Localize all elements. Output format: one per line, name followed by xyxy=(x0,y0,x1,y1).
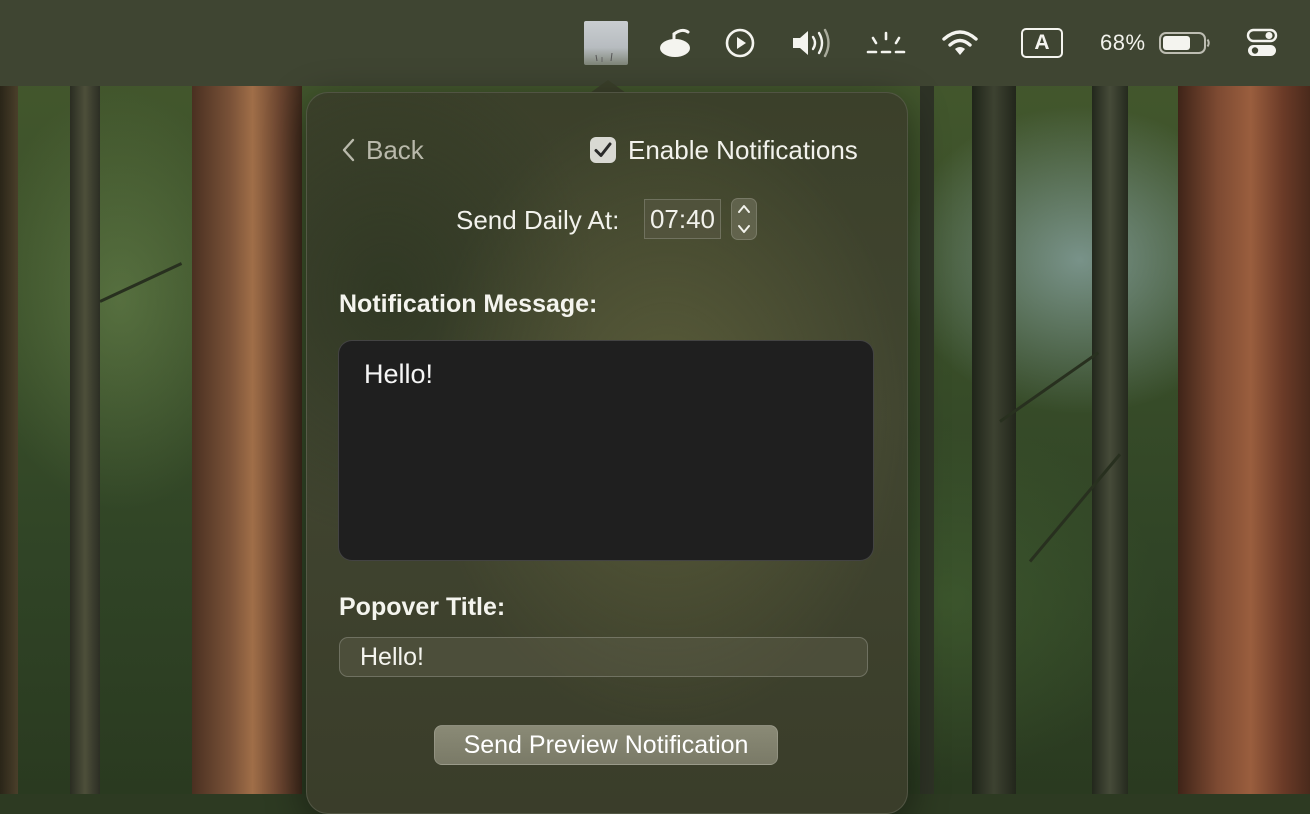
battery-percent-label: 68% xyxy=(1100,30,1146,55)
chevron-up-icon[interactable] xyxy=(736,203,752,215)
control-center-icon[interactable] xyxy=(1244,0,1280,86)
tree-trunk xyxy=(192,86,302,794)
checkmark-icon xyxy=(594,142,612,157)
send-preview-notification-button[interactable]: Send Preview Notification xyxy=(434,725,778,765)
app-thumbnail-icon[interactable] xyxy=(584,21,628,65)
checkbox-box[interactable] xyxy=(590,137,616,163)
flying-saucer-icon[interactable] xyxy=(658,0,694,86)
tree-trunk xyxy=(1092,86,1128,794)
tree-trunk xyxy=(0,86,18,794)
tree-trunk xyxy=(1178,86,1310,794)
tree-trunk xyxy=(920,86,934,794)
enable-notifications-checkbox[interactable]: Enable Notifications xyxy=(590,132,858,168)
notification-message-value: Hello! xyxy=(364,359,434,389)
enable-notifications-label: Enable Notifications xyxy=(628,134,858,165)
back-button[interactable]: Back xyxy=(340,132,424,168)
input-source-label: A xyxy=(1021,28,1063,58)
time-stepper[interactable] xyxy=(731,198,757,240)
battery-icon[interactable] xyxy=(1158,0,1212,86)
wifi-icon[interactable] xyxy=(940,0,980,86)
back-label: Back xyxy=(366,134,424,165)
send-time-field[interactable]: 07:40 xyxy=(644,199,721,239)
battery-percent: 68% xyxy=(1100,0,1152,86)
input-source-icon[interactable]: A xyxy=(1019,0,1065,86)
popover-title-label: Popover Title: xyxy=(339,593,506,621)
menu-bar: A 68% xyxy=(0,0,1310,86)
chevron-down-icon[interactable] xyxy=(736,223,752,235)
tree-trunk xyxy=(70,86,100,794)
popover-title-value: Hello! xyxy=(360,642,424,671)
tree-branch xyxy=(99,262,183,303)
send-daily-label: Send Daily At: xyxy=(456,204,620,235)
popover-title-input[interactable]: Hello! xyxy=(339,637,868,677)
notification-message-textarea[interactable]: Hello! xyxy=(338,340,874,561)
night-shift-icon[interactable] xyxy=(864,0,908,86)
notification-message-label: Notification Message: xyxy=(339,290,598,318)
volume-icon[interactable] xyxy=(788,0,834,86)
tree-trunk xyxy=(972,86,1016,794)
chevron-left-icon xyxy=(342,138,355,162)
play-circle-icon[interactable] xyxy=(722,0,758,86)
